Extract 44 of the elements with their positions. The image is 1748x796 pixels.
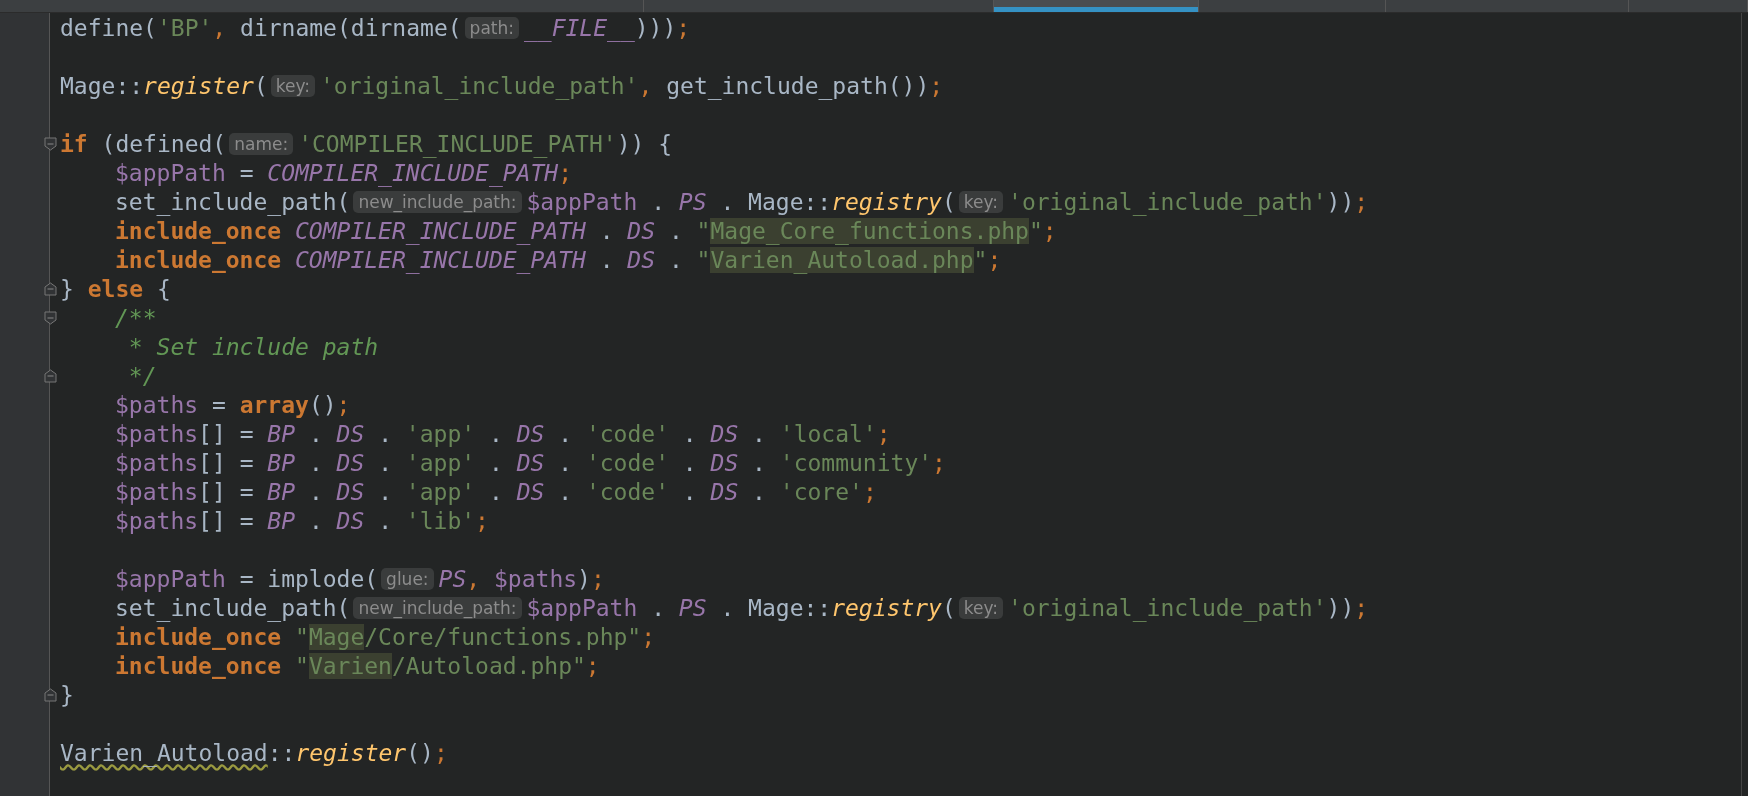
parameter-hint: new_include_path: [353, 190, 522, 213]
parameter-hint: path: [464, 16, 519, 39]
code-line: include_once COMPILER_INCLUDE_PATH . DS . "Varien_Autoload.php"; [115, 246, 1002, 273]
code-line: */ [127, 362, 157, 389]
fold-icon[interactable] [44, 369, 57, 383]
code-line: $paths = array(); [115, 391, 351, 418]
code-line: $paths[] = BP . DS . 'app' . DS . 'code' . DS . 'local'; [115, 420, 891, 447]
code-line: include_once COMPILER_INCLUDE_PATH . DS . "Mage_Core_functions.php"; [115, 217, 1057, 244]
code-line: $paths[] = BP . DS . 'lib'; [115, 507, 489, 534]
code-line: $appPath = COMPILER_INCLUDE_PATH; [115, 159, 572, 186]
code-line: include_once "Mage/Core/functions.php"; [115, 623, 656, 650]
fold-icon[interactable] [44, 688, 57, 702]
code-line: $paths[] = BP . DS . 'app' . DS . 'code' . DS . 'core'; [115, 478, 877, 505]
code-text: 'COMPILER_INCLUDE_PATH')) { [298, 130, 673, 157]
parameter-hint: key: [958, 596, 1004, 619]
fold-icon[interactable] [44, 137, 57, 151]
code-line: include_once "Varien/Autoload.php"; [115, 652, 600, 679]
code-text: define('BP', dirname(dirname( [60, 14, 462, 41]
code-text: Mage::register( [60, 72, 268, 99]
code-line: } else { [60, 275, 171, 302]
code-text: 'original_include_path')); [1008, 188, 1369, 215]
code-text: set_include_path( [115, 594, 351, 621]
code-line: Varien_Autoload::register(); [60, 739, 448, 766]
parameter-hint: name: [229, 132, 294, 155]
code-line: } [60, 681, 74, 708]
code-line: $paths[] = BP . DS . 'app' . DS . 'code' . DS . 'community'; [115, 449, 946, 476]
code-line: * Set include path [127, 333, 379, 360]
code-text: $appPath = implode( [115, 565, 379, 592]
editor-tab[interactable] [994, 0, 1199, 12]
code-text: $appPath . PS . Mage::registry( [526, 594, 956, 621]
code-text: if (defined( [60, 130, 227, 157]
parameter-hint: key: [270, 74, 315, 97]
code-text: set_include_path( [115, 188, 351, 215]
code-text: __FILE__))); [524, 14, 691, 41]
code-text: $appPath . PS . Mage::registry( [526, 188, 956, 215]
parameter-hint: glue: [381, 567, 434, 590]
parameter-hint: new_include_path: [353, 596, 522, 619]
code-text: PS, $paths); [438, 565, 605, 592]
fold-icon[interactable] [44, 311, 57, 325]
code-text: 'original_include_path', get_include_path()); [320, 72, 944, 99]
code-line: /** [115, 304, 157, 331]
code-text: 'original_include_path')); [1008, 594, 1369, 621]
parameter-hint: key: [958, 190, 1004, 213]
fold-icon[interactable] [44, 282, 57, 296]
